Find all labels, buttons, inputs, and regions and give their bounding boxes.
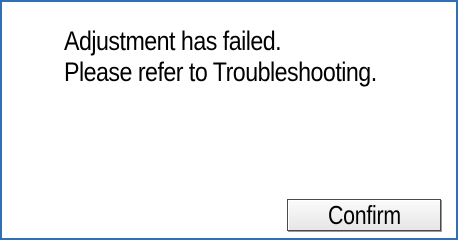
- confirm-button[interactable]: Confirm: [287, 199, 441, 231]
- confirm-button-label: Confirm: [327, 199, 401, 230]
- message-line-1: Adjustment has failed.: [64, 26, 282, 56]
- error-message: Adjustment has failed. Please refer to T…: [64, 26, 391, 88]
- error-dialog: Adjustment has failed. Please refer to T…: [0, 0, 458, 240]
- message-line-2: Please refer to Troubleshooting.: [64, 57, 377, 87]
